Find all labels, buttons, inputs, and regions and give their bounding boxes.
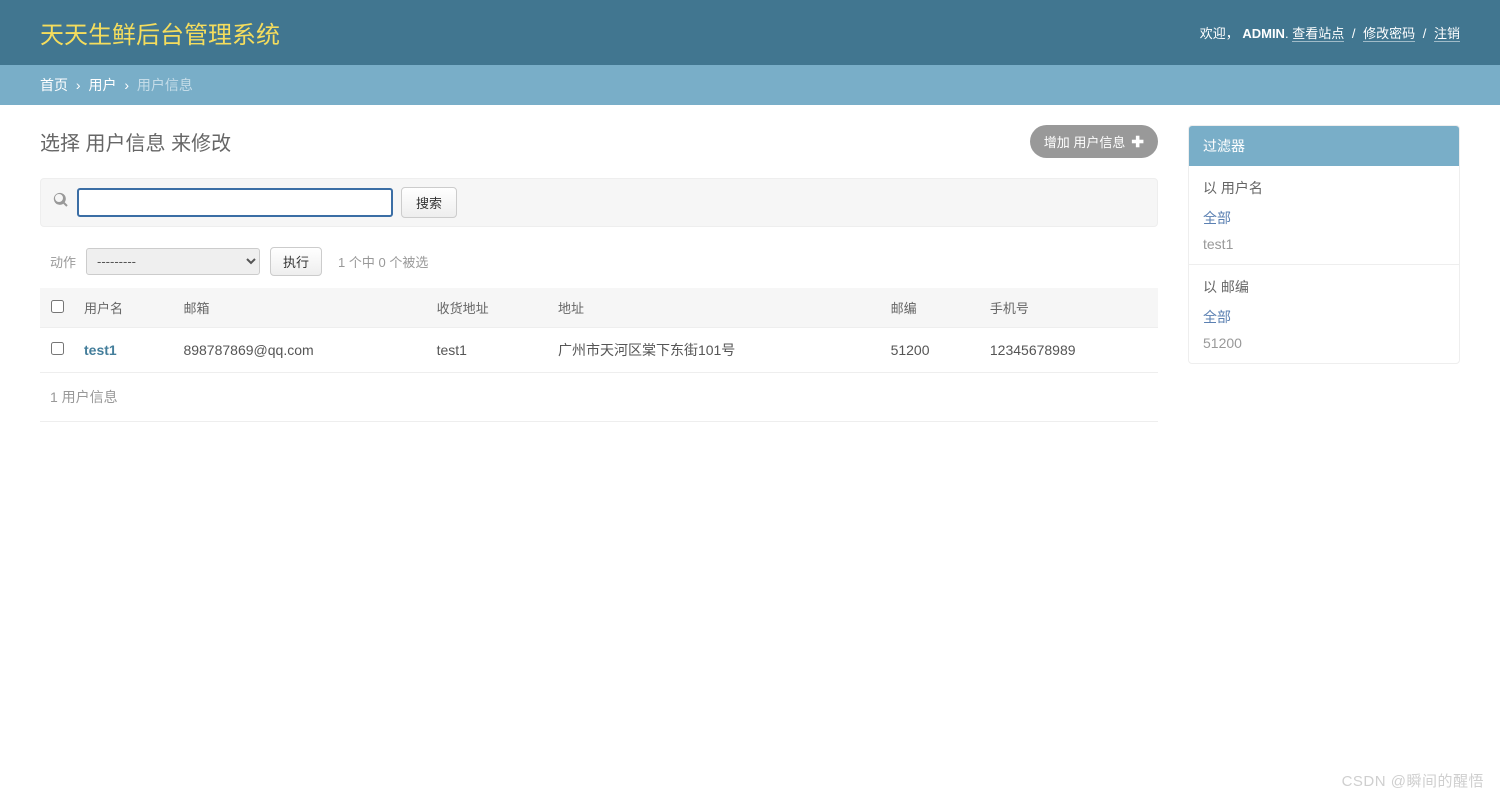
table-row: test1898787869@qq.comtest1广州市天河区棠下东街101号…	[40, 328, 1158, 373]
table-header-row: 用户名 邮箱 收货地址 地址 邮编 手机号	[40, 288, 1158, 328]
title-row: 选择 用户信息 来修改 增加 用户信息 ✚	[40, 125, 1158, 158]
logout-link[interactable]: 注销	[1434, 26, 1460, 42]
row-zipcode: 51200	[881, 328, 980, 373]
col-zipcode[interactable]: 邮编	[881, 288, 980, 328]
breadcrumb-home[interactable]: 首页	[40, 77, 68, 93]
row-checkbox[interactable]	[51, 342, 64, 355]
branding: 天天生鲜后台管理系统	[40, 15, 280, 50]
col-email[interactable]: 邮箱	[173, 288, 426, 328]
separator: /	[1352, 26, 1356, 41]
paginator: 1 用户信息	[40, 373, 1158, 422]
filter-item-link[interactable]: 全部	[1203, 210, 1231, 226]
filter-group-label: 以 邮编	[1189, 265, 1459, 303]
filter-item: 全部	[1189, 204, 1459, 232]
watermark: CSDN @瞬间的醒悟	[1342, 770, 1484, 791]
user-tools: 欢迎， ADMIN. 查看站点 / 修改密码 / 注销	[1200, 23, 1460, 42]
user-suffix: .	[1285, 26, 1289, 41]
filter-item: test1	[1189, 232, 1459, 256]
breadcrumb: 首页 › 用户 › 用户信息	[0, 65, 1500, 105]
actions-counter: 1 个中 0 个被选	[338, 252, 428, 271]
col-phone[interactable]: 手机号	[980, 288, 1158, 328]
breadcrumb-arrow: ›	[76, 77, 81, 93]
app-header: 天天生鲜后台管理系统 欢迎， ADMIN. 查看站点 / 修改密码 / 注销	[0, 0, 1500, 65]
result-table: 用户名 邮箱 收货地址 地址 邮编 手机号 test1898787869@qq.…	[40, 288, 1158, 373]
actions-bar: 动作 --------- 执行 1 个中 0 个被选	[40, 247, 1158, 288]
row-address: 广州市天河区棠下东街101号	[548, 328, 881, 373]
select-all-checkbox[interactable]	[51, 300, 64, 313]
col-receiver[interactable]: 收货地址	[427, 288, 548, 328]
content-sidebar: 过滤器 以 用户名全部test1以 邮编全部51200	[1188, 125, 1460, 422]
filter-item-link[interactable]: test1	[1203, 236, 1233, 252]
filter-item-link[interactable]: 51200	[1203, 335, 1242, 351]
row-username-link[interactable]: test1	[84, 342, 117, 358]
search-button[interactable]: 搜索	[401, 187, 457, 218]
actions-select[interactable]: ---------	[86, 248, 260, 275]
filter-title: 过滤器	[1189, 126, 1459, 166]
filter-group-label: 以 用户名	[1189, 166, 1459, 204]
row-email: 898787869@qq.com	[173, 328, 426, 373]
col-username[interactable]: 用户名	[74, 288, 173, 328]
filter-panel: 过滤器 以 用户名全部test1以 邮编全部51200	[1188, 125, 1460, 364]
welcome-text: 欢迎，	[1200, 26, 1239, 41]
filter-item-link[interactable]: 全部	[1203, 309, 1231, 325]
row-phone: 12345678989	[980, 328, 1158, 373]
actions-go-button[interactable]: 执行	[270, 247, 322, 276]
search-input[interactable]	[77, 188, 393, 217]
actions-label: 动作	[50, 252, 76, 271]
current-user: ADMIN	[1242, 26, 1285, 41]
site-title[interactable]: 天天生鲜后台管理系统	[40, 15, 280, 50]
breadcrumb-arrow: ›	[124, 77, 129, 93]
filter-group-list: 全部 51200	[1189, 303, 1459, 363]
breadcrumb-current: 用户信息	[137, 77, 193, 93]
search-icon	[53, 192, 69, 213]
page-title: 选择 用户信息 来修改	[40, 127, 231, 156]
filter-group-list: 全部 test1	[1189, 204, 1459, 265]
search-toolbar: 搜索	[40, 178, 1158, 227]
breadcrumb-app[interactable]: 用户	[88, 77, 116, 93]
filter-item: 51200	[1189, 331, 1459, 355]
separator: /	[1423, 26, 1427, 41]
plus-icon: ✚	[1131, 133, 1144, 151]
col-address[interactable]: 地址	[548, 288, 881, 328]
add-user-info-button[interactable]: 增加 用户信息 ✚	[1030, 125, 1158, 158]
filter-item: 全部	[1189, 303, 1459, 331]
row-receiver: test1	[427, 328, 548, 373]
view-site-link[interactable]: 查看站点	[1292, 26, 1344, 42]
content-main: 选择 用户信息 来修改 增加 用户信息 ✚ 搜索 动作 --------- 执行…	[40, 125, 1158, 422]
change-password-link[interactable]: 修改密码	[1363, 26, 1415, 42]
add-label: 增加 用户信息	[1044, 132, 1126, 151]
